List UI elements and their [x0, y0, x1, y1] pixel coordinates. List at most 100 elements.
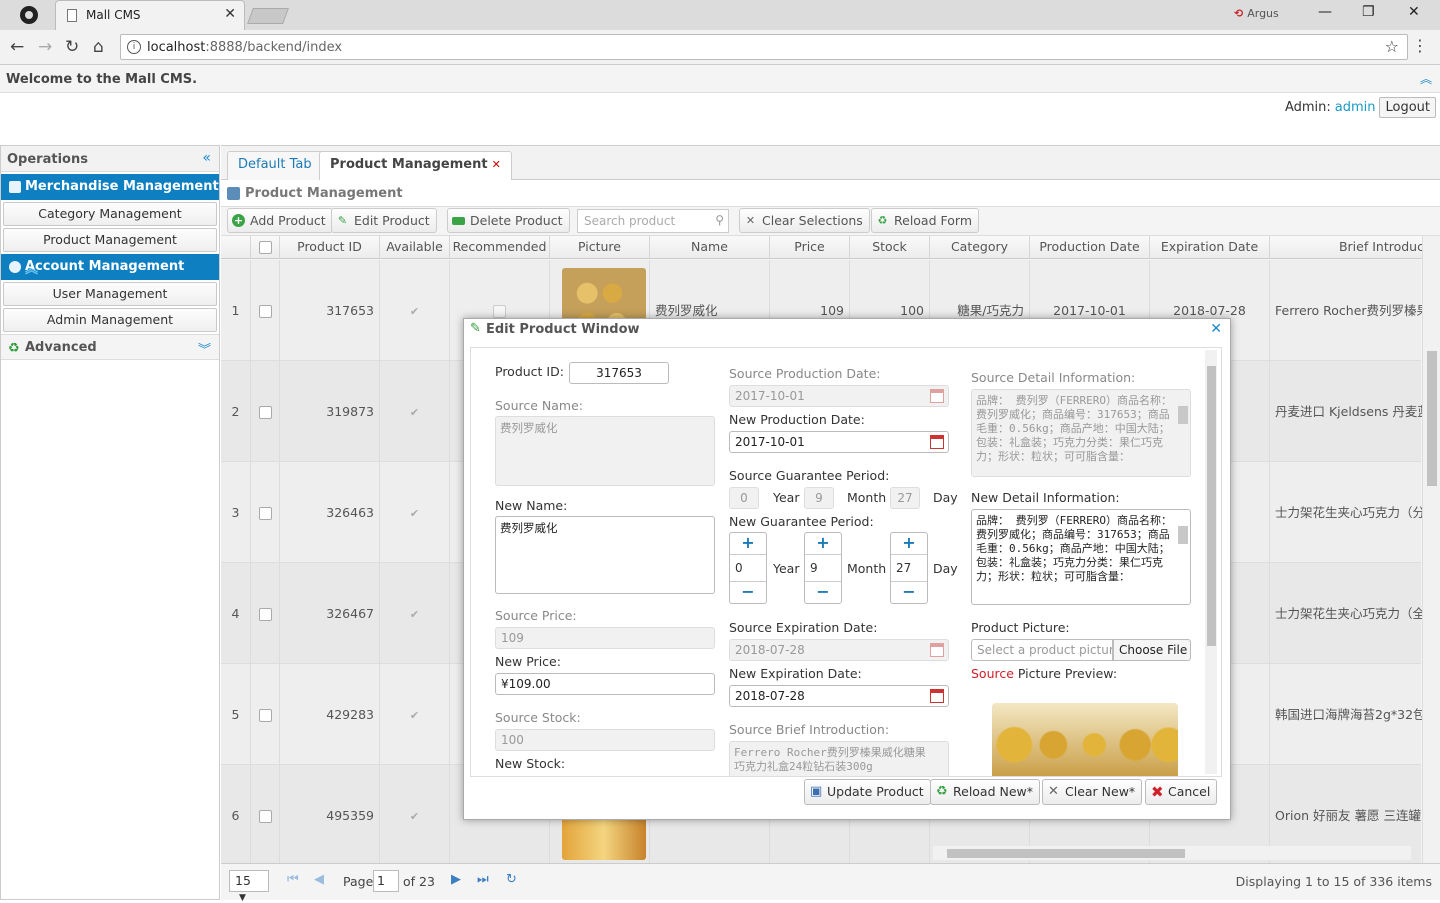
calendar-icon[interactable] — [930, 689, 944, 703]
logout-button[interactable]: Logout — [1379, 97, 1436, 118]
next-page-icon[interactable]: ▶ — [451, 872, 461, 887]
header-brief-intro[interactable]: Brief Introductio — [1270, 236, 1440, 259]
close-tab-icon[interactable]: ✕ — [224, 6, 236, 22]
browser-menu-icon[interactable]: ⋮ — [1412, 36, 1428, 55]
header-category[interactable]: Category — [930, 236, 1030, 259]
scroll-thumb[interactable] — [947, 849, 1185, 858]
tab-default[interactable]: Default Tab — [227, 151, 323, 180]
scroll-thumb[interactable] — [1178, 526, 1188, 544]
stepper-value[interactable]: 0 — [730, 555, 766, 581]
collapse-header-icon[interactable]: ︽ — [1420, 70, 1432, 87]
header-recommended[interactable]: Recommended — [450, 236, 550, 259]
reload-icon[interactable]: ↻ — [65, 37, 79, 57]
increment-button[interactable]: + — [891, 533, 927, 555]
sidebar-item-user-management[interactable]: User Management — [3, 282, 217, 306]
header-stock[interactable]: Stock — [850, 236, 930, 259]
choose-file-button[interactable]: Choose File — [1113, 639, 1191, 661]
collapse-sidebar-icon[interactable]: « — [202, 150, 211, 166]
calendar-icon[interactable] — [930, 435, 944, 449]
refresh-icon[interactable]: ↻ — [506, 872, 517, 887]
row-checkbox[interactable] — [258, 406, 272, 419]
forward-icon[interactable]: → — [38, 37, 52, 57]
argus-extension[interactable]: ⟲ Argus — [1234, 7, 1279, 20]
sidebar-item-product-management[interactable]: Product Management — [3, 228, 217, 252]
scroll-thumb[interactable] — [1178, 406, 1188, 424]
github-icon[interactable] — [20, 6, 38, 24]
home-icon[interactable]: ⌂ — [93, 37, 104, 57]
new-production-date-field[interactable]: 2017-10-01 — [729, 431, 949, 453]
info-icon[interactable]: i — [127, 40, 141, 54]
reload-new-button[interactable]: ♻ Reload New* — [930, 779, 1041, 805]
close-tab-icon[interactable]: ✕ — [492, 158, 501, 171]
clear-new-button[interactable]: ✕ Clear New* — [1042, 779, 1143, 805]
bookmark-star-icon[interactable]: ☆ — [1385, 37, 1399, 56]
stepper-value[interactable]: 9 — [805, 555, 841, 581]
close-window-icon[interactable]: ✕ — [1408, 4, 1420, 20]
sidebar-group-advanced[interactable]: ♻ Advanced ︾ — [1, 334, 219, 360]
last-page-icon[interactable]: ⏭ — [477, 872, 489, 887]
new-name-field[interactable]: 费列罗威化 — [495, 516, 715, 594]
header-select-all[interactable] — [251, 236, 280, 259]
browser-tab[interactable]: Mall CMS ✕ — [55, 0, 245, 30]
header-price[interactable]: Price — [770, 236, 850, 259]
new-expiration-date-field[interactable]: 2018-07-28 — [729, 685, 949, 707]
prev-page-icon[interactable]: ◀ — [314, 872, 324, 887]
sidebar-item-admin-management[interactable]: Admin Management — [3, 308, 217, 332]
new-detail-field[interactable]: 品牌： 费列罗（FERRERO）商品名称：费列罗威化；商品编号：317653；商… — [971, 509, 1191, 605]
header-production-date[interactable]: Production Date — [1030, 236, 1150, 259]
admin-link[interactable]: admin — [1335, 100, 1376, 115]
dialog-scrollbar[interactable] — [1205, 350, 1217, 774]
header-picture[interactable]: Picture — [550, 236, 650, 259]
month-stepper[interactable]: +9− — [804, 532, 842, 604]
header-product-id[interactable]: Product ID — [280, 236, 380, 259]
collapse-group-icon[interactable]: ︽ — [25, 258, 211, 277]
stepper-value[interactable]: 27 — [891, 555, 927, 581]
expand-group-icon[interactable]: ︾ — [198, 339, 211, 358]
restore-icon[interactable]: ❐ — [1362, 4, 1375, 20]
picture-file-field[interactable]: Select a product picture — [971, 639, 1113, 661]
update-product-button[interactable]: ▣ Update Product — [804, 779, 931, 805]
search-input[interactable]: Search product ⚲ — [577, 209, 729, 233]
tab-product-management[interactable]: Product Management ✕ — [319, 151, 512, 180]
delete-product-button[interactable]: Delete Product — [447, 208, 570, 233]
header-available[interactable]: Available — [380, 236, 450, 259]
row-checkbox[interactable] — [258, 608, 272, 621]
scroll-thumb[interactable] — [1427, 351, 1437, 486]
row-checkbox[interactable] — [258, 305, 272, 318]
reload-form-button[interactable]: ♻ Reload Form — [871, 208, 979, 233]
row-checkbox[interactable] — [258, 507, 272, 520]
row-checkbox[interactable] — [258, 709, 272, 722]
new-price-field[interactable]: ¥109.00 — [495, 673, 715, 695]
sidebar-group-account[interactable]: Account Management ︽ — [1, 254, 219, 280]
cancel-button[interactable]: ✖ Cancel — [1145, 779, 1218, 805]
product-id-field[interactable]: 317653 — [569, 362, 669, 384]
grid-horizontal-scrollbar[interactable] — [933, 846, 1411, 860]
header-expiration-date[interactable]: Expiration Date — [1150, 236, 1270, 259]
decrement-button[interactable]: − — [891, 581, 927, 603]
select-all-checkbox[interactable] — [258, 241, 272, 254]
decrement-button[interactable]: − — [730, 581, 766, 603]
grid-vertical-scrollbar[interactable] — [1422, 236, 1440, 863]
url-field[interactable]: i localhost:8888/backend/index ☆ — [120, 34, 1408, 60]
sidebar-group-merchandise[interactable]: Merchandise Management — [1, 174, 219, 200]
scroll-thumb[interactable] — [1207, 366, 1216, 646]
decrement-button[interactable]: − — [805, 581, 841, 603]
first-page-icon[interactable]: ⏮ — [287, 872, 299, 887]
edit-product-button[interactable]: ✎ Edit Product — [331, 208, 437, 233]
increment-button[interactable]: + — [730, 533, 766, 555]
add-product-button[interactable]: + Add Product — [227, 208, 333, 233]
clear-selections-button[interactable]: ✕ Clear Selections — [739, 208, 870, 233]
page-size-select[interactable]: 15 ▼ — [229, 870, 269, 903]
day-stepper[interactable]: +27− — [890, 532, 928, 604]
minimize-icon[interactable]: — — [1318, 4, 1332, 20]
search-icon[interactable]: ⚲ — [715, 213, 724, 227]
back-icon[interactable]: ← — [10, 37, 24, 57]
increment-button[interactable]: + — [805, 533, 841, 555]
page-number-input[interactable]: 1 — [373, 870, 399, 892]
row-checkbox[interactable] — [258, 810, 272, 823]
year-stepper[interactable]: +0− — [729, 532, 767, 604]
header-name[interactable]: Name — [650, 236, 770, 259]
close-dialog-icon[interactable]: ✕ — [1210, 321, 1222, 337]
sidebar-item-category-management[interactable]: Category Management — [3, 202, 217, 226]
new-tab-button[interactable] — [247, 8, 289, 24]
